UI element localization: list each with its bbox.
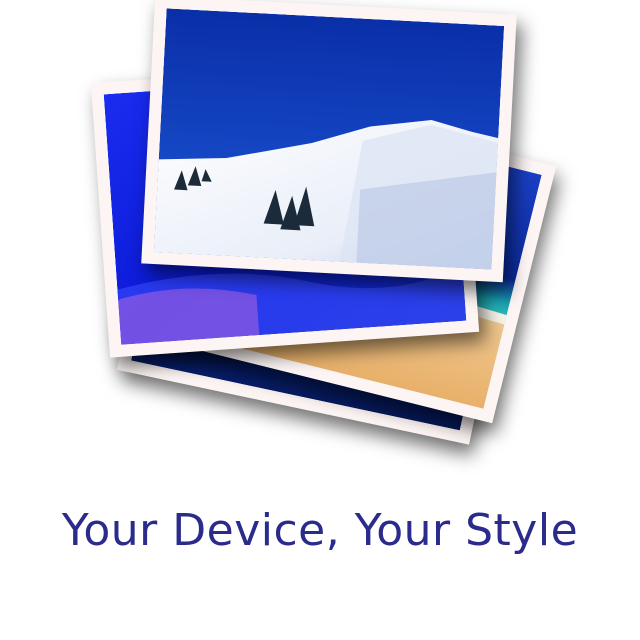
tagline-text: Your Device, Your Style [61, 505, 579, 556]
photo-snowy-mountain-image [153, 8, 505, 270]
app-screen: Your Device, Your Style [0, 0, 640, 640]
photo-snowy-mountain [141, 0, 517, 283]
photo-stack-graphic [0, 0, 640, 480]
